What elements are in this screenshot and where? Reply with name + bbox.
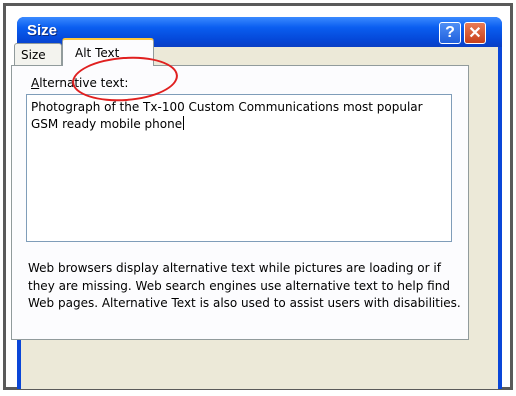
help-icon: ? <box>445 24 455 41</box>
alternative-text-input[interactable]: Photograph of the Tx-100 Custom Communic… <box>26 94 452 242</box>
dialog-title: Size <box>27 22 58 39</box>
alternative-text-value: Photograph of the Tx-100 Custom Communic… <box>31 100 423 131</box>
text-caret <box>183 116 185 130</box>
close-icon: ✕ <box>468 25 482 42</box>
alt-text-panel: Alternative text: Photograph of the Tx-1… <box>11 65 469 340</box>
tab-size[interactable]: Size <box>14 43 62 65</box>
alt-text-help-text: Web browsers display alternative text wh… <box>28 261 461 310</box>
alternative-text-accelerator: A <box>31 76 40 90</box>
help-button[interactable]: ? <box>439 22 461 44</box>
close-button[interactable]: ✕ <box>464 22 486 44</box>
tab-size-label: Size <box>21 47 46 62</box>
